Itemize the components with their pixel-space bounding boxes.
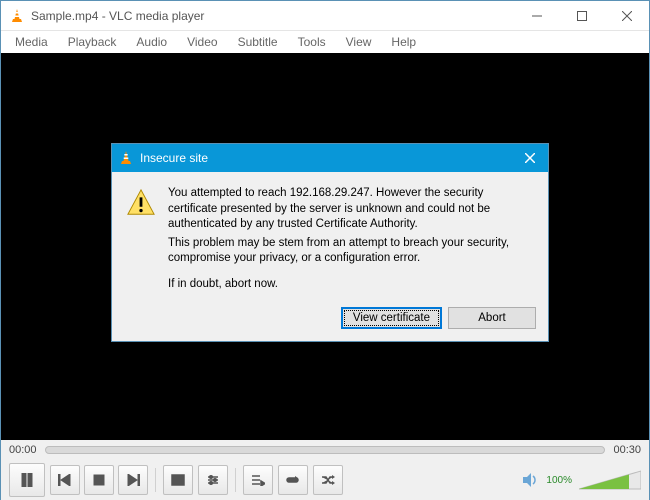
dialog-body: You attempted to reach 192.168.29.247. H…	[112, 172, 548, 305]
volume-slider[interactable]	[579, 469, 641, 491]
dialog-title: Insecure site	[140, 151, 518, 165]
playback-controls: 100%	[1, 460, 649, 500]
vlc-cone-icon	[9, 8, 25, 24]
menu-media[interactable]: Media	[5, 33, 58, 51]
dialog-line1: You attempted to reach 192.168.29.247. H…	[168, 186, 532, 233]
pause-button[interactable]	[9, 463, 45, 497]
separator	[235, 468, 236, 492]
menu-audio[interactable]: Audio	[126, 33, 177, 51]
window-title: Sample.mp4 - VLC media player	[31, 9, 514, 23]
seek-bar-row: 00:00 00:30	[1, 440, 649, 460]
vlc-cone-icon	[118, 150, 134, 166]
menu-help[interactable]: Help	[381, 33, 426, 51]
loop-button[interactable]	[278, 465, 308, 495]
minimize-button[interactable]	[514, 1, 559, 31]
stop-button[interactable]	[84, 465, 114, 495]
previous-button[interactable]	[50, 465, 80, 495]
time-elapsed[interactable]: 00:00	[9, 444, 37, 456]
volume-percent: 100%	[546, 475, 572, 486]
menu-video[interactable]: Video	[177, 33, 227, 51]
dialog-line3: If in doubt, abort now.	[168, 277, 532, 293]
next-button[interactable]	[118, 465, 148, 495]
seek-slider[interactable]	[45, 446, 606, 454]
insecure-site-dialog: Insecure site You attempted to reach 192…	[111, 143, 549, 342]
dialog-button-row: View certificate Abort	[112, 305, 548, 341]
dialog-line2: This problem may be stem from an attempt…	[168, 236, 532, 267]
shuffle-button[interactable]	[313, 465, 343, 495]
abort-button[interactable]: Abort	[448, 307, 536, 329]
separator	[155, 468, 156, 492]
warning-icon	[126, 188, 156, 218]
dialog-titlebar[interactable]: Insecure site	[112, 144, 548, 172]
menu-playback[interactable]: Playback	[58, 33, 127, 51]
extended-settings-button[interactable]	[198, 465, 228, 495]
menu-view[interactable]: View	[336, 33, 382, 51]
dialog-message: You attempted to reach 192.168.29.247. H…	[168, 186, 532, 295]
window-titlebar: Sample.mp4 - VLC media player	[1, 1, 649, 31]
time-total[interactable]: 00:30	[613, 444, 641, 456]
close-button[interactable]	[604, 1, 649, 31]
menu-subtitle[interactable]: Subtitle	[228, 33, 288, 51]
dialog-close-button[interactable]	[518, 146, 542, 170]
menu-bar: Media Playback Audio Video Subtitle Tool…	[1, 31, 649, 53]
playlist-button[interactable]	[243, 465, 273, 495]
view-certificate-button[interactable]: View certificate	[341, 307, 442, 329]
fullscreen-button[interactable]	[163, 465, 193, 495]
maximize-button[interactable]	[559, 1, 604, 31]
mute-button[interactable]	[521, 471, 539, 489]
menu-tools[interactable]: Tools	[288, 33, 336, 51]
